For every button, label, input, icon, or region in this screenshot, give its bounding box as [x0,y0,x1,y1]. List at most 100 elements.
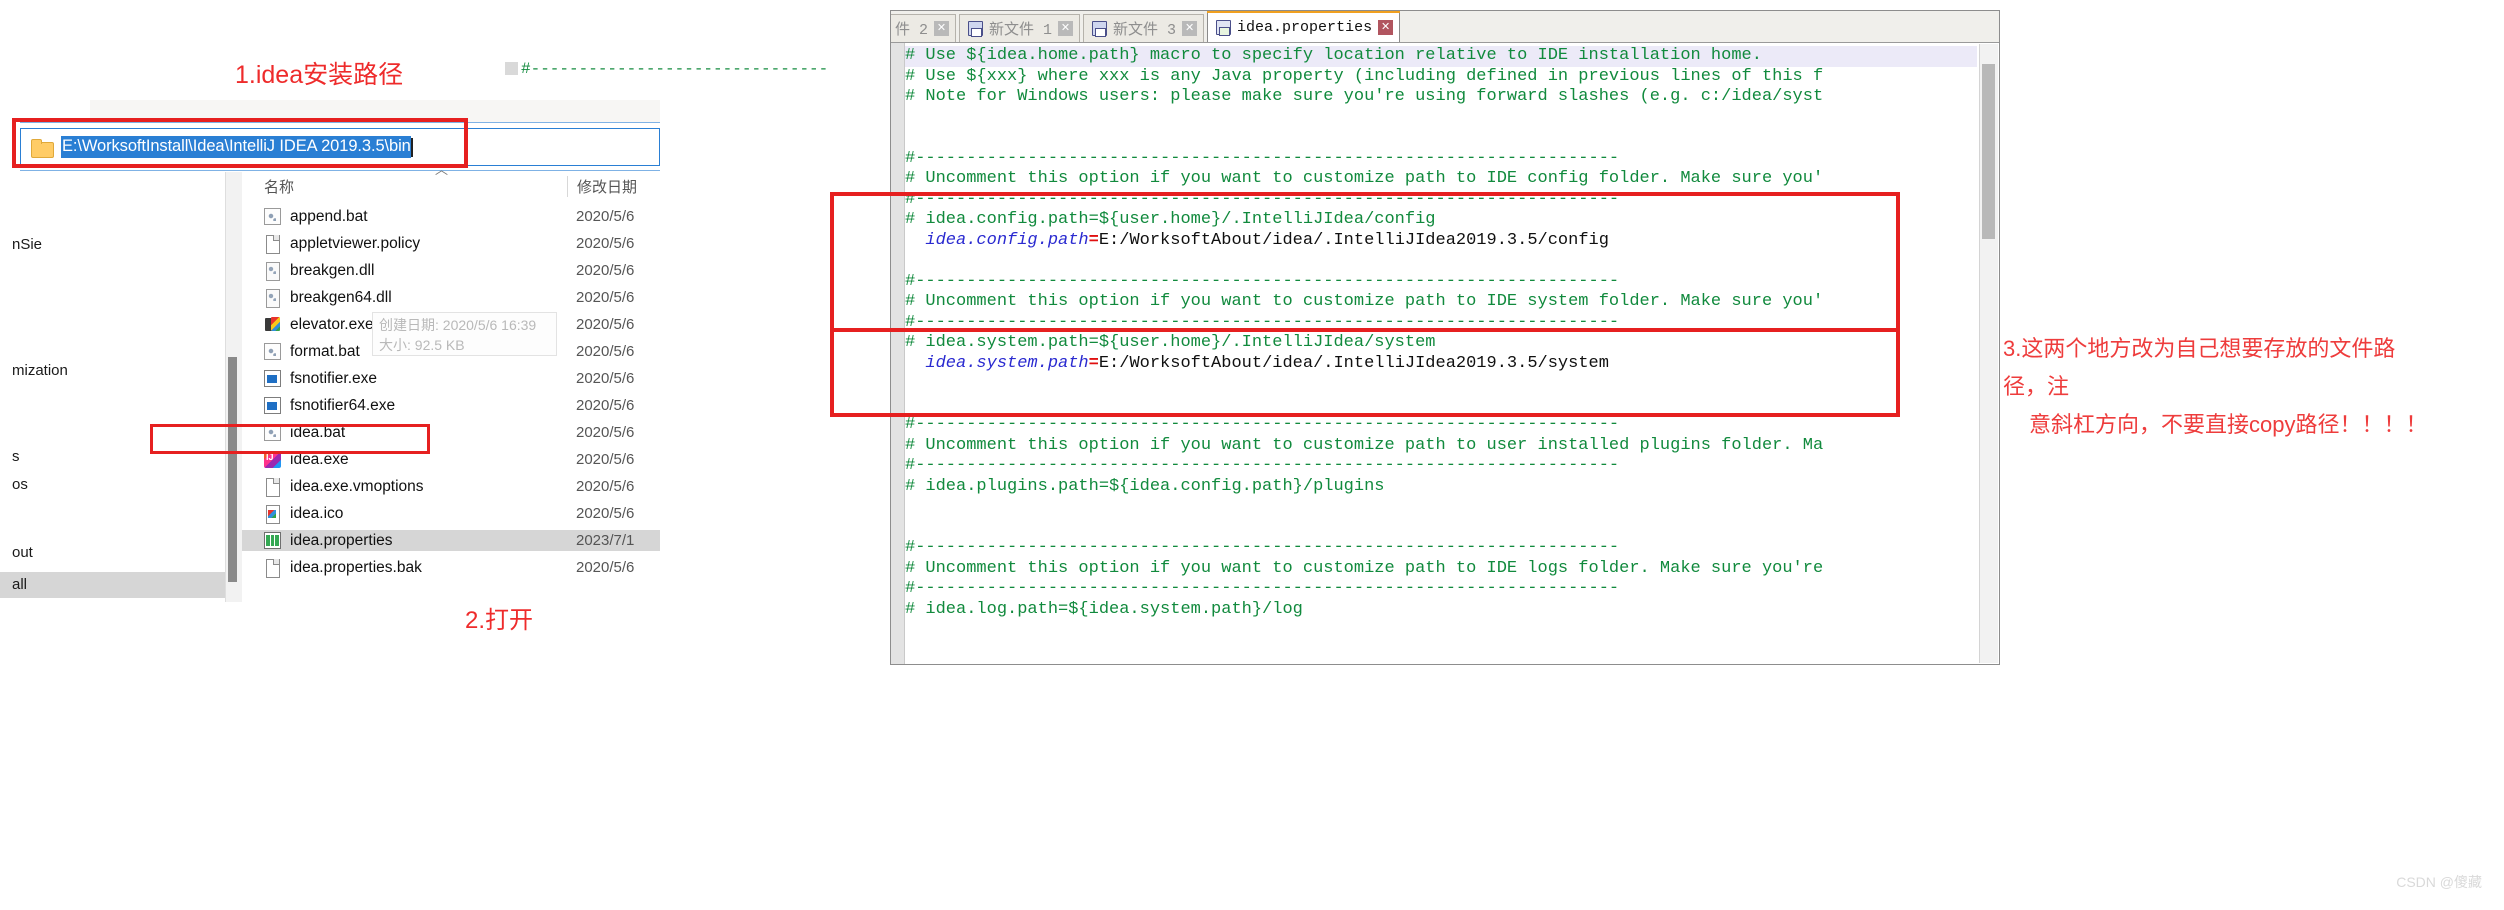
save-file-icon [968,21,984,37]
file-modified-date: 2020/5/6 [576,262,635,279]
nav-selected-highlight [0,572,225,598]
table-row[interactable]: idea.ico 2020/5/6 [242,503,660,524]
file-modified-date: 2020/5/6 [576,397,635,414]
tooltip-size: 大小: 92.5 KB [379,337,465,353]
editor-vertical-scrollbar[interactable] [1979,44,1998,663]
file-name: format.bat [290,342,360,360]
screenshot-root: 1.idea安装路径 E:\WorksoftInstall\Idea\Intel… [0,0,2504,910]
editor-tab-label: 件 2 [895,22,929,39]
file-modified-date: 2020/5/6 [576,343,635,360]
highlight-box-idea-properties-row [150,424,430,454]
annotation-step-1: 1.idea安装路径 [235,61,404,89]
highlight-box-system-path [830,332,1900,417]
code-line-comment: ----------------------------------------… [905,661,1977,664]
file-name: elevator.exe [290,315,374,333]
table-row[interactable]: fsnotifier.exe 2020/5/6 [242,368,660,389]
navigation-pane[interactable]: nSie mization s os out all [0,172,225,602]
properties-file-icon [264,532,281,549]
code-line-comment: #---------------------------------------… [905,456,1620,475]
annotation-step-2: 2.打开 [465,607,534,634]
file-name: breakgen64.dll [290,288,392,306]
file-name: idea.ico [290,504,344,522]
file-modified-date: 2020/5/6 [576,208,635,225]
table-row[interactable]: idea.properties.bak 2020/5/6 [242,557,660,578]
table-row[interactable]: idea.exe.vmoptions 2020/5/6 [242,476,660,497]
file-explorer-window: E:\WorksoftInstall\Idea\IntelliJ IDEA 20… [0,100,660,602]
editor-scrollbar-thumb[interactable] [1982,64,1995,239]
tooltip-created-date: 创建日期: 2020/5/6 16:39 [379,317,537,333]
close-icon[interactable]: ✕ [934,21,950,36]
column-header-name[interactable]: 名称 [264,176,294,197]
pane-scrollbar-thumb[interactable] [228,357,237,582]
table-row[interactable]: breakgen.dll 2020/5/6 [242,260,660,281]
bat-file-icon [264,343,281,360]
editor-tab[interactable]: 件 2 ✕ [891,14,957,42]
editor-tab[interactable]: 新文件 3 ✕ [1083,14,1205,42]
nav-item-0[interactable]: nSie [12,236,42,253]
editor-tab-strip[interactable]: 件 2 ✕ 新文件 1 ✕ 新文件 3 ✕ idea.properties ✕ [891,11,1999,43]
clipped-comment-text: #------------------------------- [521,60,829,78]
nav-item-1[interactable]: mization [12,362,68,379]
file-name: fsnotifier64.exe [290,396,396,414]
code-line-comment: # Use ${idea.home.path} macro to specify… [905,46,1977,67]
table-row[interactable]: fsnotifier64.exe 2020/5/6 [242,395,660,416]
file-modified-date: 2020/5/6 [576,478,635,495]
file-name: append.bat [290,207,368,225]
executable-icon [264,316,281,333]
file-modified-date: 2020/5/6 [576,559,635,576]
file-tooltip: 创建日期: 2020/5/6 16:39 大小: 92.5 KB [372,312,557,356]
nav-item-2[interactable]: s [12,448,20,465]
code-line-comment: #---------------------------------------… [905,148,1620,168]
editor-tab[interactable]: 新文件 1 ✕ [959,14,1081,42]
executable-icon [264,370,281,387]
editor-tab-label: 新文件 3 [1113,22,1177,39]
file-modified-date: 2020/5/6 [576,235,635,252]
file-modified-date: 2020/5/6 [576,370,635,387]
nav-item-4[interactable]: out [12,544,33,561]
table-row[interactable]: idea.properties 2023/7/1 [242,530,660,551]
file-name: idea.properties [290,531,393,549]
dll-file-icon [264,262,281,281]
address-divider-bottom [20,170,660,171]
annotation-step-3-line-2: 意斜杠方向，不要直接copy路径！！！！ [2029,412,2428,437]
close-icon[interactable]: ✕ [1378,20,1394,35]
code-line-comment: # idea.log.path=${idea.system.path}/log [905,599,1303,619]
csdn-watermark: CSDN @傻藏 [2396,874,2482,890]
editor-tab-label: idea.properties [1237,19,1373,36]
save-file-icon [1092,21,1108,37]
close-icon[interactable]: ✕ [1182,21,1198,36]
file-modified-date: 2020/5/6 [576,451,635,468]
table-row[interactable]: appletviewer.policy 2020/5/6 [242,233,660,254]
file-name: breakgen.dll [290,261,375,279]
code-line-comment: # Uncomment this option if you want to c… [905,435,1824,455]
file-list-pane[interactable]: 名称 修改日期 ︿ append.bat 2020/5/6 appletviewer… [242,162,660,602]
table-row[interactable]: append.bat 2020/5/6 [242,206,660,227]
annotation-step-3: 3.这两个地方改为自己想要存放的文件路径，注 意斜杠方向，不要直接copy路径！… [2003,330,2433,444]
file-name: idea.properties.bak [290,558,422,576]
highlight-box-config-path [830,192,1900,332]
code-line-comment: # idea.plugins.path=${idea.config.path}/… [905,476,1385,496]
table-row[interactable]: breakgen64.dll 2020/5/6 [242,287,660,308]
close-icon[interactable]: ✕ [1058,21,1074,36]
code-line-comment: # Note for Windows users: please make su… [905,87,1824,106]
column-header-date[interactable]: 修改日期 [567,176,637,197]
file-name: fsnotifier.exe [290,369,378,387]
clipped-block-icon [505,62,518,75]
file-modified-date: 2020/5/6 [576,424,635,441]
annotation-step-3-line-1: 3.这两个地方改为自己想要存放的文件路径，注 [2003,336,2396,399]
code-line-comment: #---------------------------------------… [905,538,1620,557]
nav-item-3[interactable]: os [12,476,28,493]
executable-icon [264,397,281,414]
file-modified-date: 2020/5/6 [576,505,635,522]
nav-item-5[interactable]: all [12,576,27,593]
editor-tab[interactable]: idea.properties ✕ [1207,11,1401,42]
generic-file-icon [264,559,281,578]
generic-file-icon [264,478,281,497]
file-name: appletviewer.policy [290,234,421,252]
